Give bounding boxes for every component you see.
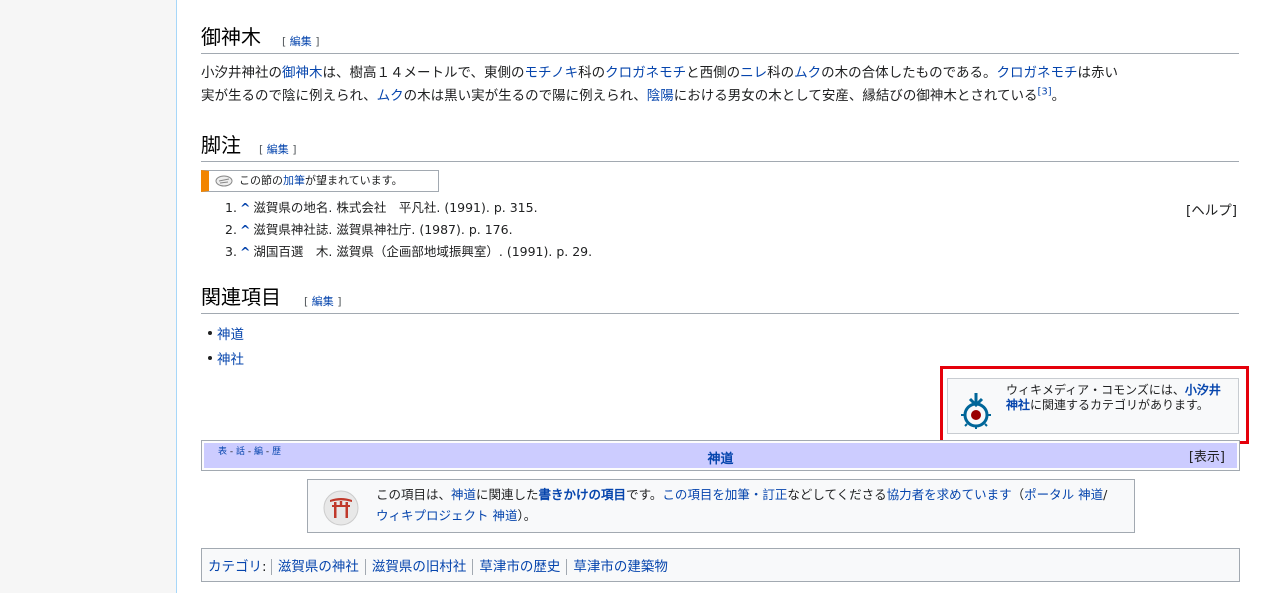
highlight-box (940, 366, 1249, 444)
navbox-shinto: 表 - 話 - 編 - 歴 神道 [表示] (201, 440, 1240, 471)
stub-link-wikiproject[interactable]: ウィキプロジェクト 神道 (376, 508, 517, 523)
text: は、樹高１４メートルで、東側の (322, 65, 525, 81)
categories-label[interactable]: カテゴリ (208, 559, 262, 575)
ref-text: 滋賀県の地名. 株式会社 平凡社. (1991). p. 315. (253, 200, 538, 215)
ref-number: 2. (225, 222, 237, 237)
text: の木は黒い実が生るので陽に例えられ、 (403, 88, 647, 104)
stub-link-stub[interactable]: 書きかけの項目 (539, 487, 627, 502)
text: は赤い (1077, 65, 1118, 81)
section-title: 関連項目 (201, 285, 281, 309)
goshinboku-paragraph: 小汐井神社の御神木は、樹高１４メートルで、東側のモチノキ科のクロガネモチと西側の… (201, 62, 1241, 108)
link-muku[interactable]: ムク (794, 65, 821, 81)
edit-section: [ 編集 ] (282, 35, 320, 48)
text: この節の (239, 174, 283, 187)
link-kuroganemochi-2[interactable]: クロガネモチ (996, 65, 1077, 81)
text: 小汐井神社の (201, 65, 282, 81)
ref-text: 滋賀県神社誌. 滋賀県神社庁. (1987). p. 176. (253, 222, 513, 237)
edit-section-link[interactable]: 編集 (290, 35, 312, 48)
text: 。 (1051, 88, 1066, 104)
link-mochinoki[interactable]: モチノキ (524, 65, 578, 81)
backlink-caret[interactable]: ^ (240, 244, 250, 259)
section-heading-footnotes: 脚注 [ 編集 ] (201, 132, 1239, 162)
text: / (1103, 487, 1108, 502)
edit-section: [ 編集 ] (304, 295, 342, 308)
link-goshinboku[interactable]: 御神木 (282, 65, 323, 81)
navbox-title[interactable]: 神道 (204, 448, 1237, 467)
text: 科の (767, 65, 795, 81)
section-heading-goshinboku: 御神木 [ 編集 ] (201, 24, 1239, 54)
stub-link-contributors[interactable]: 協力者を求めています (887, 487, 1012, 502)
ref-number: 1. (225, 200, 237, 215)
reference-list: 1. ^ 滋賀県の地名. 株式会社 平凡社. (1991). p. 315. 2. ^… (225, 197, 1225, 263)
link-inyo[interactable]: 陰陽 (647, 88, 674, 104)
text: の木の合体したものである。 (821, 65, 997, 81)
article-content: 御神木 [ 編集 ] 小汐井神社の御神木は、樹高１４メートルで、東側のモチノキ科… (176, 0, 1263, 593)
section-heading-related: 関連項目 [ 編集 ] (201, 284, 1239, 314)
link-nire[interactable]: ニレ (740, 65, 767, 81)
text: この項目は、 (376, 487, 452, 502)
edit-section-link[interactable]: 編集 (267, 143, 289, 156)
edit-section-link[interactable]: 編集 (312, 295, 334, 308)
text: 実が生るので陰に例えられ、 (201, 88, 377, 104)
pencil-hand-icon (215, 175, 233, 187)
reference-link-3[interactable]: [3] (1037, 87, 1051, 98)
backlink-caret[interactable]: ^ (240, 200, 250, 215)
ref-text: 湖国百選 木. 滋賀県（企画部地域振興室）. (1991). p. 29. (253, 244, 593, 259)
stub-link-shinto[interactable]: 神道 (451, 487, 476, 502)
reference-item: 1. ^ 滋賀県の地名. 株式会社 平凡社. (1991). p. 315. (225, 197, 1225, 219)
text: における男女の木として安産、縁結びの御神木とされている (673, 88, 1038, 104)
related-link-jinja[interactable]: 神社 (208, 348, 244, 368)
reference-item: 2. ^ 滋賀県神社誌. 滋賀県神社庁. (1987). p. 176. (225, 219, 1225, 241)
text: 科の (578, 65, 606, 81)
category-link[interactable]: 滋賀県の神社 (270, 559, 365, 575)
text: が望まれています。 (305, 174, 403, 187)
text: に関連した (476, 487, 539, 502)
category-link[interactable]: 滋賀県の旧村社 (364, 559, 473, 575)
torii-icon (323, 490, 359, 526)
expand-link[interactable]: 加筆 (283, 174, 305, 187)
text: ）。 (517, 508, 537, 523)
text: （ (1011, 487, 1025, 502)
expand-section-notice: この節の加筆が望まれています。 (201, 170, 439, 192)
stub-text: この項目は、神道に関連した書きかけの項目です。この項目を加筆・訂正などしてくださ… (376, 484, 1116, 526)
text: です。 (626, 487, 663, 502)
navbox-show-toggle[interactable]: [表示] (1189, 446, 1225, 465)
help-link[interactable]: [ヘルプ] (1186, 199, 1237, 219)
category-link[interactable]: 草津市の建築物 (566, 559, 674, 575)
backlink-caret[interactable]: ^ (240, 222, 250, 237)
category-links: カテゴリ: 滋賀県の神社 滋賀県の旧村社 草津市の歴史 草津市の建築物 (201, 548, 1240, 582)
section-title: 脚注 (201, 133, 241, 157)
link-kuroganemochi[interactable]: クロガネモチ (605, 65, 686, 81)
ref-number: 3. (225, 244, 237, 259)
navbox-title-bar: 表 - 話 - 編 - 歴 神道 [表示] (204, 443, 1237, 468)
edit-section: [ 編集 ] (259, 143, 297, 156)
reference-item: 3. ^ 湖国百選 木. 滋賀県（企画部地域振興室）. (1991). p. 29. (225, 241, 1225, 263)
text: と西側の (686, 65, 741, 81)
text: などしてくださる (787, 487, 887, 502)
section-title: 御神木 (201, 25, 261, 49)
stub-notice: この項目は、神道に関連した書きかけの項目です。この項目を加筆・訂正などしてくださ… (307, 479, 1135, 533)
related-link-shinto[interactable]: 神道 (208, 323, 244, 343)
link-muku-2[interactable]: ムク (377, 88, 404, 104)
stub-link-portal[interactable]: ポータル 神道 (1024, 487, 1103, 502)
category-link[interactable]: 草津市の歴史 (472, 559, 567, 575)
stub-link-edit[interactable]: この項目を加筆・訂正 (662, 487, 787, 502)
